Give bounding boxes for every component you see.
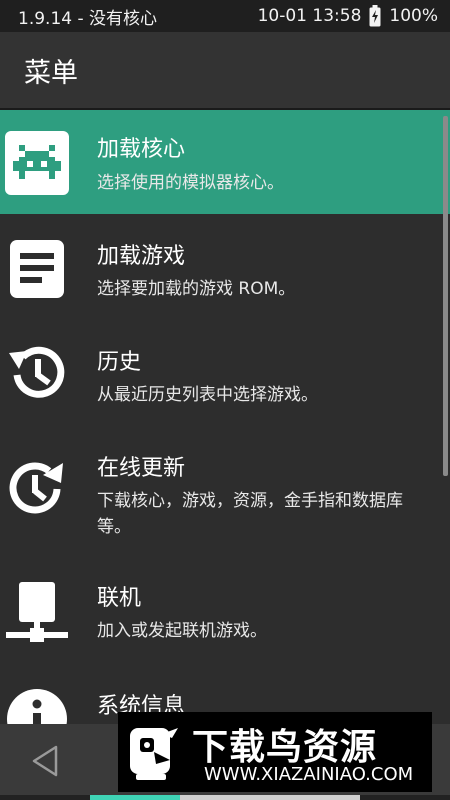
retroarch-invader-icon: [4, 130, 70, 196]
main-menu: 加载核心 选择使用的模拟器核心。 加载游戏 选择要加载的游戏 ROM。 历史 从…: [0, 108, 450, 724]
watermark-url: WWW.XIAZAINIAO.COM: [204, 764, 414, 785]
menu-item-subtitle: 下载核心，游戏，资源，金手指和数据库等。: [97, 491, 403, 537]
info-icon: [4, 686, 70, 724]
network-icon: [4, 580, 70, 646]
status-datetime: 10-01 13:58: [257, 6, 362, 26]
menu-item-subtitle: 加入或发起联机游戏。: [97, 621, 267, 641]
menu-item-subtitle: 从最近历史列表中选择游戏。: [97, 385, 318, 405]
status-app-version: 1.9.14 - 没有核心: [18, 8, 158, 29]
screen: 1.9.14 - 没有核心 10-01 13:58 100% 菜单 加载核心 选…: [0, 0, 450, 800]
menu-item-subtitle: 选择使用的模拟器核心。: [97, 173, 284, 193]
battery-charging-icon: [369, 5, 381, 27]
watermark-banner: 下载鸟资源 WWW.XIAZAINIAO.COM: [118, 712, 432, 792]
menu-item-load-core[interactable]: 加载核心 选择使用的模拟器核心。: [0, 110, 450, 214]
menu-item-online-updater[interactable]: 在线更新 下载核心，游戏，资源，金手指和数据库等。: [0, 426, 450, 554]
menu-item-netplay[interactable]: 联机 加入或发起联机游戏。: [0, 554, 450, 666]
menu-item-title: 在线更新: [97, 456, 186, 481]
menu-item-history[interactable]: 历史 从最近历史列表中选择游戏。: [0, 320, 450, 426]
bottom-progress-fill-secondary: [180, 795, 360, 800]
menu-item-title: 加载核心: [97, 137, 186, 162]
update-icon: [4, 456, 70, 522]
status-battery-level: 100%: [389, 6, 438, 26]
history-icon: [4, 340, 70, 406]
menu-item-subtitle: 选择要加载的游戏 ROM。: [97, 279, 296, 299]
menu-item-load-game[interactable]: 加载游戏 选择要加载的游戏 ROM。: [0, 214, 450, 320]
menu-item-title: 加载游戏: [97, 244, 186, 269]
status-bar: 1.9.14 - 没有核心 10-01 13:58 100%: [0, 0, 450, 32]
document-icon: [4, 236, 70, 302]
bottom-progress-fill: [90, 795, 180, 800]
watermark-title: 下载鸟资源: [192, 727, 378, 768]
page-title: 菜单: [24, 57, 78, 89]
menu-item-title: 联机: [97, 586, 142, 611]
app-header: 菜单: [0, 32, 450, 108]
menu-item-title: 历史: [97, 350, 142, 375]
menu-scrollbar[interactable]: [443, 116, 448, 476]
status-right: 10-01 13:58 100%: [258, 5, 438, 27]
bird-logo-icon: [126, 724, 182, 782]
back-triangle-icon[interactable]: [30, 744, 60, 778]
